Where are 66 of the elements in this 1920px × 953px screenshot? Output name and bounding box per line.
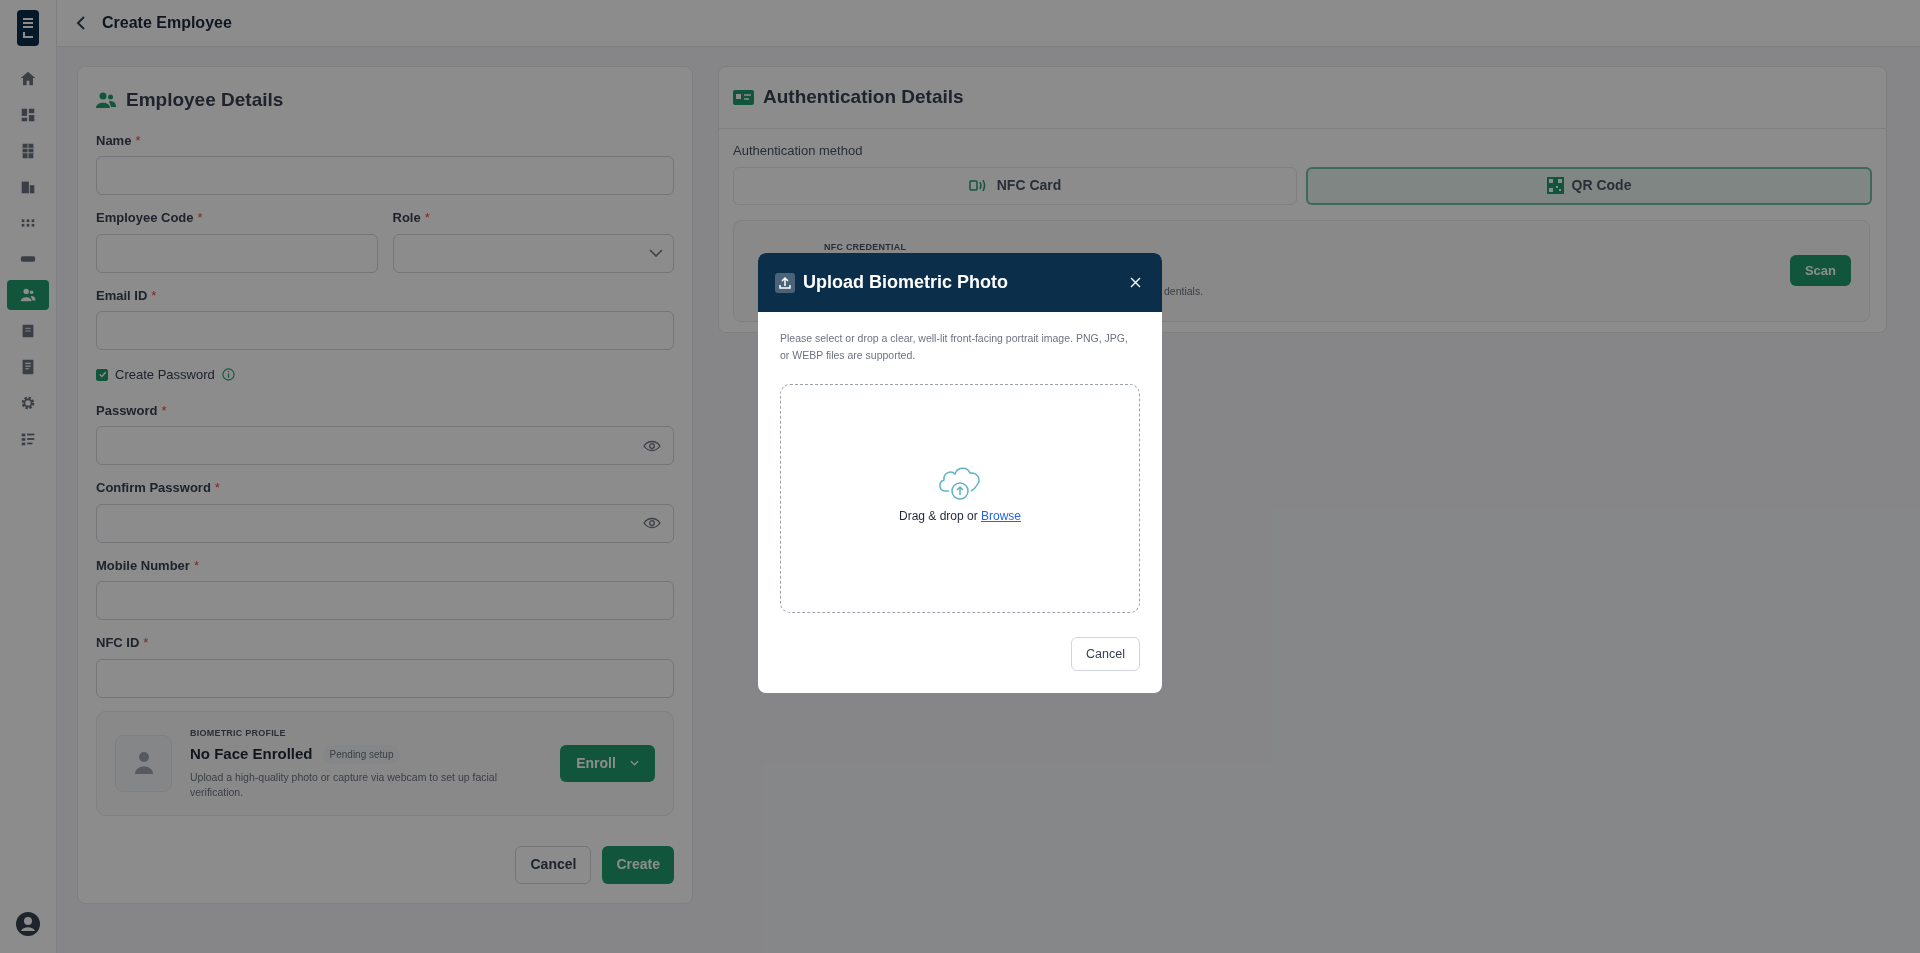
field-label: Password [96, 401, 158, 420]
home-icon [19, 70, 37, 88]
close-icon [1129, 277, 1141, 288]
upload-icon [775, 272, 795, 293]
browse-link[interactable]: Browse [981, 508, 1022, 523]
chevron-down-icon [649, 249, 663, 257]
input-field[interactable] [96, 311, 674, 350]
sidebar-item[interactable] [7, 280, 49, 310]
users-icon [96, 91, 116, 110]
back-icon [76, 15, 86, 31]
chevron-down-icon [629, 760, 639, 766]
field-label: Email ID [96, 286, 148, 305]
drop-zone[interactable]: Drag & drop or Browse [780, 384, 1140, 613]
dialog-instructions: Please select or drop a clear, well-lit front-facing portrait image. PNG, JPG, or WEBP files are supported. [780, 331, 1129, 363]
field-label: NFC ID [96, 634, 140, 652]
field-label: Mobile Number [96, 556, 190, 575]
eyebrow-label: BIOMETRIC PROFILE [190, 726, 287, 740]
checkbox[interactable] [96, 368, 108, 381]
eye-icon [643, 517, 661, 529]
method-tab[interactable]: NFC Card [733, 166, 1297, 205]
required-mark: * [197, 209, 203, 227]
required-mark: * [161, 401, 167, 420]
users-icon [19, 286, 37, 304]
field-label: Employee Code [96, 209, 194, 227]
eyebrow-label: NFC CREDENTIAL [824, 240, 907, 254]
cancel-button[interactable]: Cancel [515, 845, 592, 884]
section-title: Employee Details [126, 88, 284, 112]
input-field[interactable] [96, 233, 378, 273]
biometric-title: No Face Enrolled [190, 744, 313, 764]
required-mark: * [424, 209, 430, 227]
required-mark: * [214, 479, 220, 497]
checkbox-label: Create Password [115, 366, 215, 384]
input-field[interactable] [96, 658, 674, 698]
dashboard-icon [19, 106, 37, 124]
page-title: Create Employee [102, 13, 232, 33]
status-badge: Pending setup [322, 744, 401, 764]
required-mark: * [151, 286, 157, 305]
field-label: Confirm Password [96, 479, 211, 497]
biometric-description: Upload a high-quality photo or capture via webcam to set up facial verification. [190, 769, 498, 800]
required-mark: * [193, 556, 199, 575]
avatar-icon [15, 911, 41, 937]
person-icon [133, 751, 154, 775]
required-mark: * [143, 634, 149, 652]
create-button[interactable]: Create [602, 845, 674, 884]
password-field[interactable] [96, 503, 674, 543]
password-field[interactable] [96, 426, 674, 465]
scan-button[interactable]: Scan [1789, 255, 1851, 286]
info-icon [221, 368, 235, 382]
enroll-button[interactable]: Enroll [560, 744, 655, 782]
qr-code-icon [1546, 177, 1564, 194]
input-field[interactable] [96, 581, 674, 620]
field-label: Name [96, 131, 132, 150]
input-field[interactable] [96, 156, 674, 195]
id-card-icon [733, 90, 754, 105]
field-label: Authentication method [733, 142, 864, 160]
cancel-button[interactable]: Cancel [1071, 637, 1140, 671]
dropzone-text: Drag & drop or Browse [898, 507, 1022, 525]
logo-icon [17, 10, 39, 46]
close-button[interactable] [1128, 275, 1142, 290]
dialog-title: Upload Biometric Photo [803, 271, 1009, 294]
credential-description: dentials. [1164, 284, 1204, 300]
eye-icon [643, 439, 661, 452]
required-mark: * [135, 131, 141, 150]
field-label: Role [392, 209, 421, 227]
settings-icon [19, 394, 37, 412]
section-title: Authentication Details [763, 85, 964, 110]
